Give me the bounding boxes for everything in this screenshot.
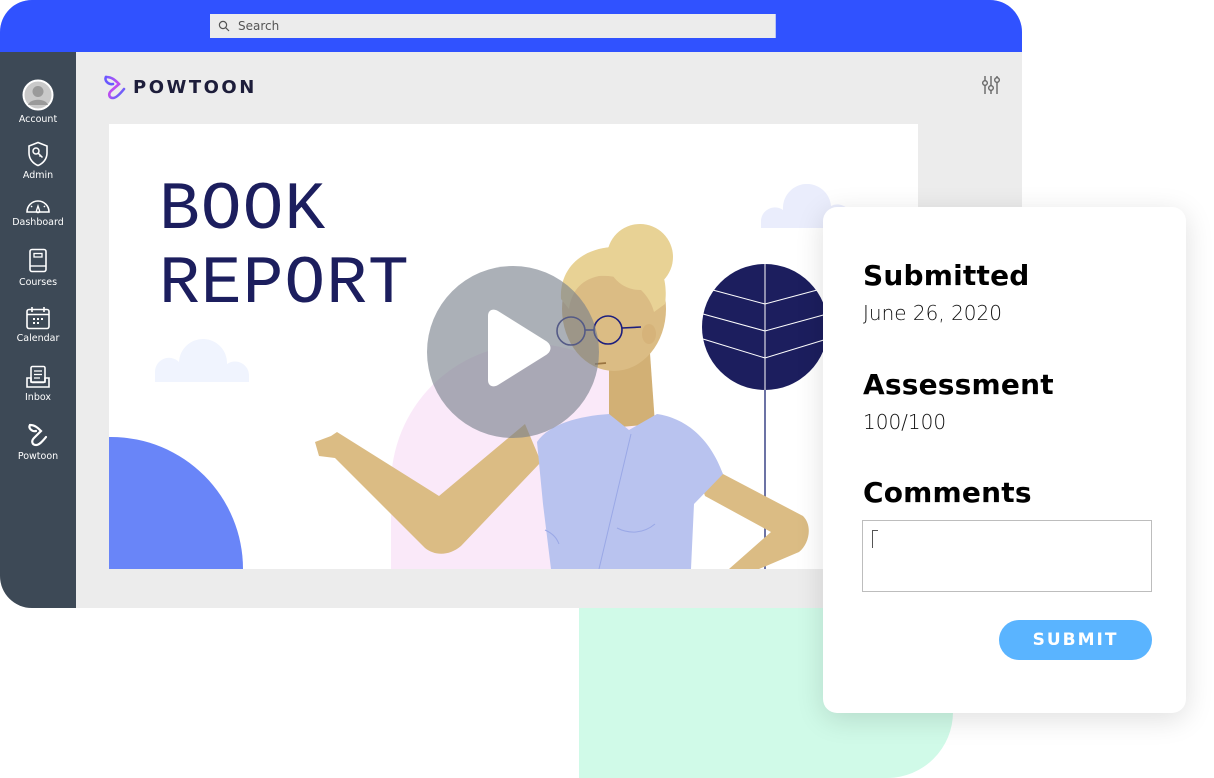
sidebar-item-courses[interactable]: Courses bbox=[0, 248, 76, 288]
inbox-tray-icon bbox=[26, 365, 50, 388]
sidebar-item-calendar[interactable]: Calendar bbox=[0, 306, 76, 344]
sidebar: Account Admin Dashboard Courses Calendar… bbox=[0, 52, 76, 608]
submitted-date: June 26, 2020 bbox=[863, 301, 1002, 325]
sidebar-item-powtoon[interactable]: Powtoon bbox=[0, 422, 76, 462]
sidebar-item-label: Calendar bbox=[16, 333, 60, 344]
play-button[interactable] bbox=[427, 266, 599, 438]
play-icon bbox=[488, 309, 551, 387]
brand-name: POWTOON bbox=[133, 76, 257, 98]
assessment-label: Assessment bbox=[863, 368, 1054, 401]
dashboard-gauge-icon bbox=[26, 200, 50, 214]
calendar-icon bbox=[26, 307, 50, 330]
video-player[interactable]: BOOK REPORT bbox=[109, 124, 918, 569]
account-icon bbox=[22, 79, 54, 111]
submission-card: Submitted June 26, 2020 Assessment 100/1… bbox=[823, 207, 1186, 713]
sidebar-item-label: Courses bbox=[18, 277, 58, 288]
assessment-score: 100/100 bbox=[863, 410, 947, 434]
filter-settings-button[interactable] bbox=[978, 73, 1004, 97]
powtoon-logo-icon bbox=[104, 75, 126, 100]
submitted-label: Submitted bbox=[863, 259, 1030, 292]
submit-button[interactable]: SUBMIT bbox=[999, 620, 1152, 660]
sidebar-item-label: Powtoon bbox=[17, 451, 59, 462]
search-input[interactable]: Search bbox=[210, 14, 776, 38]
comments-label: Comments bbox=[863, 476, 1032, 509]
sidebar-item-label: Dashboard bbox=[12, 217, 64, 228]
search-placeholder: Search bbox=[238, 19, 280, 33]
video-title: BOOK REPORT bbox=[159, 174, 410, 322]
sidebar-item-admin[interactable]: Admin bbox=[0, 141, 76, 181]
comments-textarea[interactable] bbox=[862, 520, 1152, 592]
title-line-1: BOOK bbox=[159, 172, 327, 249]
book-icon bbox=[29, 248, 47, 273]
sidebar-item-account[interactable]: Account bbox=[0, 79, 76, 125]
top-bar: Search bbox=[0, 0, 1022, 52]
sidebar-item-dashboard[interactable]: Dashboard bbox=[0, 198, 76, 228]
sliders-icon bbox=[981, 76, 1001, 94]
powtoon-icon bbox=[28, 423, 48, 447]
sidebar-item-label: Inbox bbox=[25, 392, 51, 403]
powtoon-logo[interactable]: POWTOON bbox=[103, 74, 257, 100]
title-line-2: REPORT bbox=[159, 246, 410, 323]
sidebar-item-label: Admin bbox=[22, 170, 54, 181]
admin-key-shield-icon bbox=[28, 141, 48, 167]
sidebar-item-label: Account bbox=[18, 114, 58, 125]
search-icon bbox=[218, 20, 230, 32]
sidebar-item-inbox[interactable]: Inbox bbox=[0, 365, 76, 403]
